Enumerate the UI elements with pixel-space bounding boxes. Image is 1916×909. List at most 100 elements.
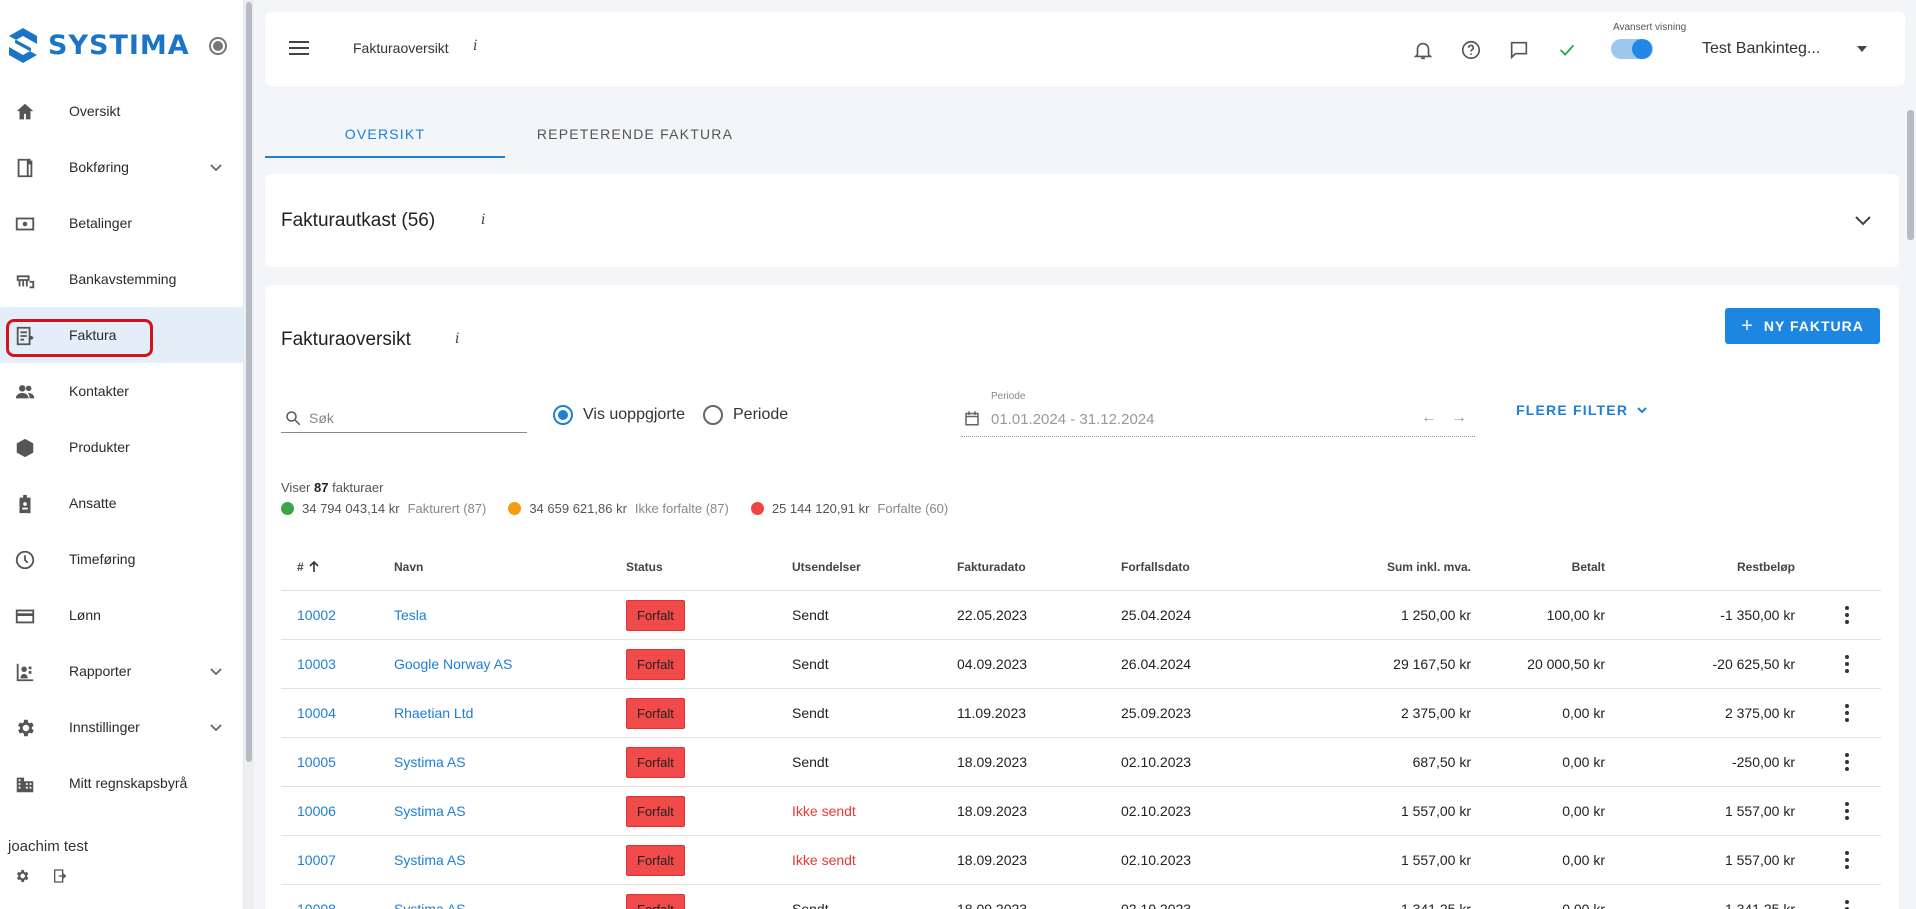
radio-unchecked-icon — [703, 405, 723, 425]
invoice-number-link[interactable]: 10004 — [297, 705, 336, 721]
col-name[interactable]: Navn — [394, 543, 423, 590]
more-vert-icon[interactable] — [1845, 704, 1849, 722]
col-sum[interactable]: Sum inkl. mva. — [1387, 543, 1471, 590]
customer-link[interactable]: Tesla — [394, 607, 427, 623]
customer-link[interactable]: Systima AS — [394, 803, 466, 819]
invoice-number-link[interactable]: 10005 — [297, 754, 336, 770]
more-vert-icon[interactable] — [1845, 851, 1849, 869]
col-paid[interactable]: Betalt — [1572, 543, 1605, 590]
sidebar-item-ansatte[interactable]: Ansatte — [0, 475, 244, 531]
dispatch-status: Sendt — [792, 656, 829, 672]
sidebar-item-produkter[interactable]: Produkter — [0, 419, 244, 475]
systima-logo[interactable]: SYSTIMA — [6, 26, 190, 64]
table-row[interactable]: 10004 Rhaetian Ltd Forfalt Sendt 11.09.2023 2… — [281, 689, 1881, 738]
table-row[interactable]: 10002 Tesla Forfalt Sendt 22.05.2023 25.04.20… — [281, 591, 1881, 640]
chevron-down-icon[interactable] — [208, 159, 224, 175]
company-selector[interactable]: Test Bankinteg... — [1702, 40, 1820, 58]
dispatch-status: Sendt — [792, 754, 829, 770]
status-badge: Forfalt — [626, 795, 685, 827]
sidebar-item-betalinger[interactable]: Betalinger — [0, 195, 244, 251]
advanced-view-label: Avansert visning — [1613, 22, 1687, 33]
user-name: joachim test — [8, 838, 89, 855]
table-row[interactable]: 10006 Systima AS Forfalt Ikke sendt 18.09.20… — [281, 787, 1881, 836]
table-row[interactable]: 10005 Systima AS Forfalt Sendt 18.09.2023 02.… — [281, 738, 1881, 787]
customer-link[interactable]: Systima AS — [394, 754, 466, 770]
customer-link[interactable]: Systima AS — [394, 852, 466, 868]
customer-link[interactable]: Rhaetian Ltd — [394, 705, 473, 721]
radio-unsettled[interactable]: Vis uoppgjorte — [553, 405, 685, 425]
radio-period[interactable]: Periode — [703, 405, 788, 425]
table-row[interactable]: 10008 Systima AS Forfalt Sendt 18.09.2023 02.… — [281, 885, 1881, 909]
sidebar-item-innstillinger[interactable]: Innstillinger — [0, 699, 244, 755]
chevron-down-icon[interactable] — [1853, 210, 1873, 230]
sidebar-item-bankavstemming[interactable]: Bankavstemming — [0, 251, 244, 307]
sidebar-item-lnn[interactable]: Lønn — [0, 587, 244, 643]
invoice-number-link[interactable]: 10008 — [297, 901, 336, 909]
home-icon — [14, 101, 36, 123]
chevron-down-icon[interactable] — [1857, 46, 1867, 52]
chevron-down-icon[interactable] — [208, 663, 224, 679]
col-invoice-date[interactable]: Fakturadato — [957, 543, 1026, 590]
sidebar-item-oversikt[interactable]: Oversikt — [0, 83, 244, 139]
sum-value: 1 557,00 kr — [1400, 803, 1471, 819]
table-row[interactable]: 10003 Google Norway AS Forfalt Sendt 04.09.2… — [281, 640, 1881, 689]
info-icon[interactable]: i — [481, 212, 485, 228]
new-invoice-button[interactable]: + NY FAKTURA — [1725, 308, 1880, 344]
menu-icon[interactable] — [289, 40, 309, 56]
dispatch-status: Sendt — [792, 705, 829, 721]
info-icon[interactable]: i — [455, 331, 459, 347]
user-settings-icon[interactable] — [14, 868, 30, 884]
paid-value: 20 000,50 kr — [1527, 656, 1605, 672]
chevron-down-icon[interactable] — [208, 719, 224, 735]
sidebar-item-rapporter[interactable]: Rapporter — [0, 643, 244, 699]
invoice-number-link[interactable]: 10006 — [297, 803, 336, 819]
more-vert-icon[interactable] — [1845, 606, 1849, 624]
more-vert-icon[interactable] — [1845, 900, 1849, 909]
check-icon[interactable] — [1556, 39, 1578, 61]
sidebar-item-mitt-regnskapsbyra[interactable]: Mitt regnskapsbyrå — [0, 755, 244, 811]
drafts-panel[interactable]: Fakturautkast (56) i — [265, 174, 1899, 267]
help-icon[interactable] — [1460, 39, 1482, 61]
remaining-value: -250,00 kr — [1731, 754, 1795, 770]
col-remaining[interactable]: Restbeløp — [1737, 543, 1795, 590]
logout-icon[interactable] — [52, 868, 68, 884]
summary-item: 34 794 043,14 kr Fakturert (87) — [281, 501, 486, 516]
paid-value: 100,00 kr — [1546, 607, 1605, 623]
advanced-view-toggle[interactable] — [1611, 39, 1653, 59]
report-icon — [14, 661, 36, 683]
tab-repeterende-faktura[interactable]: REPETERENDE FAKTURA — [505, 112, 765, 158]
col-dispatches[interactable]: Utsendelser — [792, 543, 861, 590]
more-vert-icon[interactable] — [1845, 753, 1849, 771]
sidebar-item-timefring[interactable]: Timeføring — [0, 531, 244, 587]
more-vert-icon[interactable] — [1845, 802, 1849, 820]
sidebar-item-bokfring[interactable]: Bokføring — [0, 139, 244, 195]
customer-link[interactable]: Google Norway AS — [394, 656, 512, 672]
col-status[interactable]: Status — [626, 543, 663, 590]
col-number[interactable]: # — [297, 543, 321, 590]
chat-icon[interactable] — [1508, 39, 1530, 61]
arrow-left-icon[interactable]: ← — [1421, 409, 1437, 427]
theme-toggle-icon[interactable] — [209, 37, 227, 55]
sidebar-item-label: Rapporter — [69, 663, 132, 679]
sidebar-scrollbar[interactable] — [244, 0, 254, 909]
table-row[interactable]: 10007 Systima AS Forfalt Ikke sendt 18.09.20… — [281, 836, 1881, 885]
bell-icon[interactable] — [1412, 39, 1434, 61]
customer-link[interactable]: Systima AS — [394, 901, 466, 909]
invoice-number-link[interactable]: 10003 — [297, 656, 336, 672]
invoice-number-link[interactable]: 10002 — [297, 607, 336, 623]
sidebar-item-kontakter[interactable]: Kontakter — [0, 363, 244, 419]
col-due-date[interactable]: Forfallsdato — [1121, 543, 1190, 590]
search-input[interactable] — [309, 407, 519, 429]
sidebar-item-faktura[interactable]: Faktura — [0, 307, 244, 363]
paid-value: 0,00 kr — [1562, 754, 1605, 770]
main-scrollbar[interactable] — [1905, 0, 1916, 909]
more-vert-icon[interactable] — [1845, 655, 1849, 673]
more-filters-button[interactable]: FLERE FILTER — [1516, 402, 1648, 418]
info-icon[interactable]: i — [473, 38, 477, 54]
tab-oversikt[interactable]: OVERSIKT — [265, 112, 505, 158]
arrow-right-icon[interactable]: → — [1451, 409, 1467, 427]
invoice-date: 18.09.2023 — [957, 754, 1028, 770]
radio-unsettled-label: Vis uoppgjorte — [583, 406, 685, 423]
period-field[interactable]: Periode 01.01.2024 - 31.12.2024 ← → — [961, 389, 1475, 437]
invoice-number-link[interactable]: 10007 — [297, 852, 336, 868]
